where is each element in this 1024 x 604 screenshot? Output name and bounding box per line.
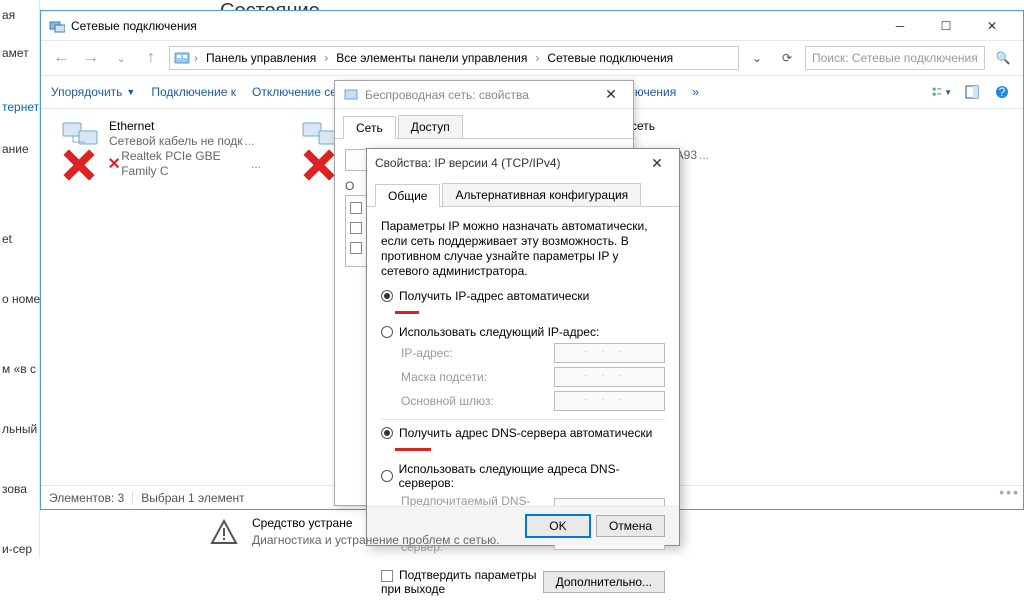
highlight-underline [395,445,431,451]
subnet-mask-input: ... [554,367,665,387]
close-button[interactable]: ✕ [597,84,625,106]
highlight-underline [395,308,419,314]
disconnected-x-icon [59,147,73,161]
breadcrumb[interactable]: › Панель управления › Все элементы панел… [169,46,739,70]
dialog-title: Беспроводная сеть: свойства [365,88,597,102]
radio-ip-auto[interactable]: Получить IP-адрес автоматически [381,289,665,303]
cancel-button[interactable]: Отмена [596,515,665,537]
breadcrumb-item[interactable]: Все элементы панели управления [332,51,531,65]
left-cropped-band: ая амет тернет ание et о номе м «в с льн… [0,0,40,558]
tab-access[interactable]: Доступ [398,115,463,138]
ethernet-adapter-icon [61,119,101,155]
selected-count: Выбран 1 элемент [141,491,244,505]
preview-pane-button[interactable] [961,81,983,103]
tab-network[interactable]: Сеть [343,116,396,139]
radio-ip-manual[interactable]: Использовать следующий IP-адрес: [381,325,665,339]
description-text: Параметры IP можно назначать автоматичес… [381,219,665,279]
troubleshooter-subtitle: Диагностика и устранение проблем с сетью… [252,532,499,549]
ok-button[interactable]: OK [526,515,590,537]
dialog-titlebar[interactable]: Свойства: IP версии 4 (TCP/IPv4) ✕ [367,149,679,177]
cut-text: и-сер [0,534,39,564]
field-label: Маска подсети: [401,370,544,384]
radio-label: Получить адрес DNS-сервера автоматически [399,426,652,440]
advanced-button[interactable]: Дополнительно... [543,571,665,593]
field-label: IP-адрес: [401,346,544,360]
cut-text: о номе [0,284,39,314]
cut-text: ание [0,134,39,164]
radio-label: Использовать следующий IP-адрес: [399,325,599,339]
close-button[interactable]: ✕ [969,12,1015,40]
troubleshooter-title: Средство устране [252,515,499,532]
forward-button[interactable]: → [79,46,103,70]
back-button[interactable]: ← [49,46,73,70]
dialog-title: Свойства: IP версии 4 (TCP/IPv4) [375,156,643,170]
warning-icon [210,519,238,545]
disconnected-x-icon [299,147,313,161]
tab-strip: Сеть Доступ [335,109,633,139]
recent-dropdown[interactable]: ⌄ [109,46,133,70]
dialog-titlebar[interactable]: Беспроводная сеть: свойства ✕ [335,81,633,109]
breadcrumb-item[interactable]: Панель управления [202,51,320,65]
connection-ethernet[interactable]: Ethernet Сетевой кабель не подк... Realt… [61,119,261,179]
gateway-row: Основной шлюз: ... [401,391,665,411]
window-titlebar: Сетевые подключения ─ ☐ ✕ [41,11,1023,41]
radio-dns-auto[interactable]: Получить адрес DNS-сервера автоматически [381,426,665,440]
network-icon [343,87,359,103]
radio-label: Использовать следующие адреса DNS-сервер… [399,462,665,490]
refresh-button[interactable]: ⟳ [775,46,799,70]
connection-status [631,134,709,148]
cut-text: тернет [0,92,39,122]
item-count: Элементов: 3 [49,491,124,505]
svg-text:?: ? [999,85,1006,99]
toolbar-overflow[interactable]: » [692,85,699,99]
radio-icon [381,290,393,302]
radio-icon [381,470,393,482]
cut-text: льный [0,414,39,444]
ipv4-properties-dialog: Свойства: IP версии 4 (TCP/IPv4) ✕ Общие… [366,148,680,546]
cut-text: амет [0,38,39,68]
tab-strip: Общие Альтернативная конфигурация [367,177,679,207]
close-button[interactable]: ✕ [643,152,671,174]
cut-text: et [0,224,39,254]
tab-alternate-config[interactable]: Альтернативная конфигурация [442,183,641,206]
subnet-mask-row: Маска подсети: ... [401,367,665,387]
connect-to-button[interactable]: Подключение к [151,85,236,99]
ip-address-input: ... [554,343,665,363]
validate-checkbox[interactable]: Подтвердить параметры при выходе [381,568,543,596]
maximize-button[interactable]: ☐ [923,12,969,40]
search-input[interactable]: Поиск: Сетевые подключения [805,46,985,70]
network-icon [49,18,65,34]
radio-label: Получить IP-адрес автоматически [399,289,589,303]
cut-text: м «в с [0,354,39,384]
radio-icon [381,326,393,338]
cut-text: ая [0,0,39,30]
disable-device-button[interactable]: Отключение се [252,85,337,99]
breadcrumb-dropdown[interactable]: ⌄ [745,46,769,70]
ip-address-row: IP-адрес: ... [401,343,665,363]
help-button[interactable]: ? [991,81,1013,103]
connection-status: Сетевой кабель не подк... [109,134,261,149]
up-button[interactable]: ↑ [139,46,163,70]
view-options-button[interactable]: ▼ [931,81,953,103]
nav-bar: ← → ⌄ ↑ › Панель управления › Все элемен… [41,41,1023,75]
troubleshooter-row[interactable]: Средство устране Диагностика и устранени… [210,515,499,549]
organize-menu[interactable]: Упорядочить ▼ [51,85,135,99]
connection-name: Ethernet [109,119,261,134]
cut-text: зова [0,474,39,504]
search-icon[interactable]: 🔍 [991,46,1015,70]
breadcrumb-item[interactable]: Сетевые подключения [543,51,677,65]
window-title: Сетевые подключения [71,19,877,33]
minimize-button[interactable]: ─ [877,12,923,40]
radio-icon [381,427,393,439]
control-panel-icon [174,50,190,66]
connection-name: сеть [631,119,709,134]
tab-general[interactable]: Общие [375,184,440,207]
connection-adapter: Realtek PCIe GBE Family C... [109,149,261,179]
overflow-dots-icon[interactable]: ••• [999,484,1020,500]
radio-dns-manual[interactable]: Использовать следующие адреса DNS-сервер… [381,462,665,490]
gateway-input: ... [554,391,665,411]
field-label: Основной шлюз: [401,394,544,408]
